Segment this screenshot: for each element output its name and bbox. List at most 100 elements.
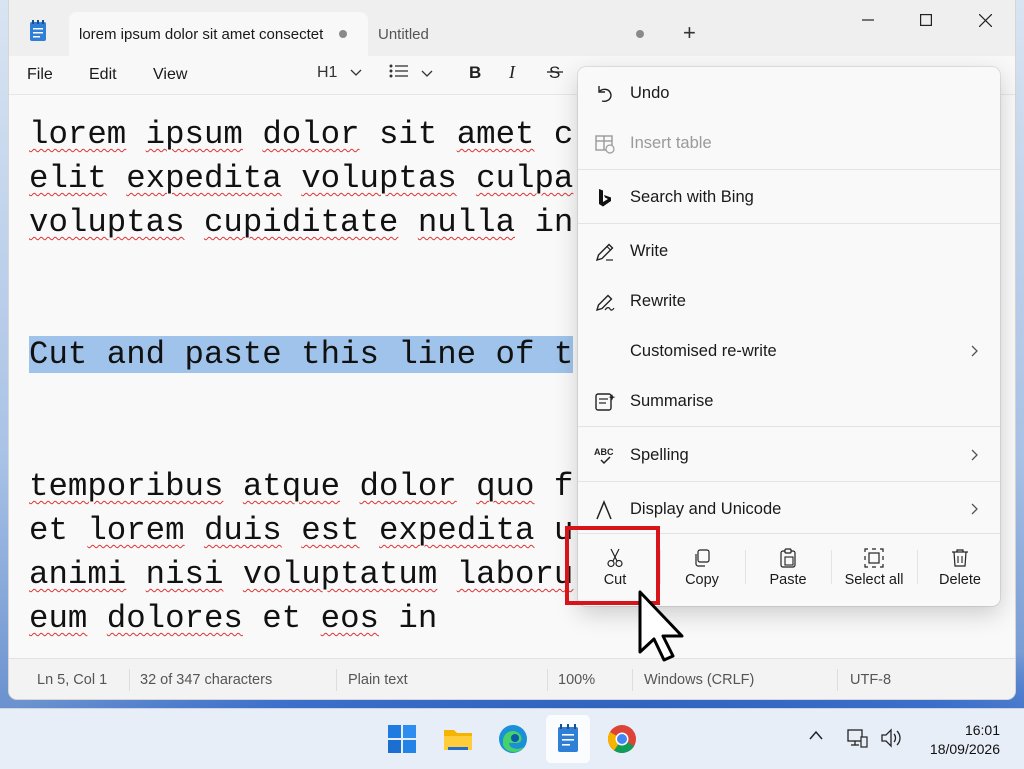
chrome-icon[interactable]	[606, 723, 638, 755]
quick-action-delete-label: Delete	[939, 572, 981, 588]
notepad-icon[interactable]	[552, 723, 584, 755]
cursor-position: Ln 5, Col 1	[37, 672, 108, 688]
editor-line: eum dolores et eos in	[29, 600, 438, 637]
menu-view[interactable]: View	[153, 66, 187, 84]
tab-document[interactable]: lorem ipsum dolor sit amet consectetur	[69, 12, 368, 56]
editor-line: lorem ipsum dolor sit amet c	[29, 116, 574, 153]
minimize-icon	[862, 19, 874, 21]
heading-dropdown[interactable]: H1	[317, 64, 362, 82]
file-explorer-icon[interactable]	[442, 723, 474, 755]
divider	[745, 550, 746, 584]
menu-item-display-unicode-label: Display and Unicode	[630, 499, 782, 518]
editor-line: et lorem duis est expedita u	[29, 512, 574, 549]
write-icon	[595, 243, 614, 262]
maximize-button[interactable]	[902, 6, 950, 34]
menu-item-spelling[interactable]: ABC Spelling	[578, 433, 1000, 477]
menu-item-search-bing[interactable]: Search with Bing	[578, 175, 1000, 219]
copy-icon	[695, 549, 710, 567]
menu-item-customised-rewrite-label: Customised re-write	[630, 341, 777, 360]
windows-start-icon[interactable]	[386, 723, 418, 755]
undo-icon	[598, 86, 612, 102]
new-tab-button[interactable]: +	[683, 21, 696, 45]
menu-divider	[578, 223, 1000, 224]
line-endings[interactable]: Windows (CRLF)	[644, 672, 754, 688]
chevron-down-icon	[350, 69, 362, 76]
zoom-level[interactable]: 100%	[558, 672, 595, 688]
menu-item-summarise-label: Summarise	[630, 391, 714, 410]
menu-item-customised-rewrite[interactable]: Customised re-write	[578, 329, 1000, 373]
divider	[831, 550, 832, 584]
heading-label: H1	[317, 64, 338, 81]
menu-edit[interactable]: Edit	[89, 66, 117, 84]
editor-line: temporibus atque dolor quo f	[29, 468, 574, 505]
menu-divider	[578, 426, 1000, 427]
trash-icon	[952, 549, 968, 567]
unsaved-dot-icon[interactable]	[339, 30, 347, 38]
quick-action-copy[interactable]: Copy	[662, 534, 742, 598]
close-icon	[978, 13, 992, 27]
volume-icon[interactable]	[880, 727, 904, 749]
list-dropdown[interactable]	[389, 64, 433, 83]
bing-icon	[599, 189, 611, 207]
tab-untitled[interactable]: Untitled	[378, 12, 658, 56]
italic-button[interactable]: I	[508, 62, 522, 85]
menu-item-write-label: Write	[630, 241, 669, 260]
svg-text:ABC: ABC	[594, 447, 614, 457]
chevron-right-icon	[971, 345, 978, 357]
italic-icon: I	[508, 62, 516, 82]
close-button[interactable]	[961, 6, 1009, 34]
mouse-pointer-icon	[638, 590, 684, 662]
bold-button[interactable]: B	[468, 63, 482, 85]
svg-text:I: I	[508, 64, 516, 80]
summarise-icon	[595, 393, 616, 411]
quick-action-select-all-label: Select all	[844, 572, 904, 588]
table-icon	[595, 135, 615, 154]
bulleted-list-icon	[389, 64, 408, 78]
spelling-icon: ABC	[594, 447, 614, 465]
editor-line-selected: Cut and paste this line of t	[29, 333, 574, 377]
tab-untitled-label: Untitled	[378, 25, 429, 43]
system-clock[interactable]: 16:01 18/09/2026	[930, 721, 1000, 759]
maximize-icon	[920, 14, 932, 26]
strikethrough-icon: S	[547, 63, 563, 82]
menu-item-spelling-label: Spelling	[630, 445, 689, 464]
strikethrough-button[interactable]: S	[547, 63, 563, 85]
minimize-button[interactable]	[844, 6, 892, 34]
menu-item-rewrite-label: Rewrite	[630, 291, 686, 310]
bold-icon: B	[469, 63, 481, 82]
text-format[interactable]: Plain text	[348, 672, 408, 688]
taskbar: 16:01 18/09/2026	[0, 708, 1024, 769]
divider	[129, 669, 130, 691]
editor-line: elit expedita voluptas culpa	[29, 160, 574, 197]
menu-file[interactable]: File	[27, 66, 53, 84]
unsaved-dot-icon[interactable]	[636, 30, 644, 38]
tab-document-label: lorem ipsum dolor sit amet consectetur	[79, 25, 324, 43]
divider	[632, 669, 633, 691]
editor-line: voluptas cupiditate nulla in	[29, 204, 574, 241]
edge-icon[interactable]	[497, 723, 529, 755]
encoding[interactable]: UTF-8	[850, 672, 891, 688]
menu-divider	[578, 481, 1000, 482]
divider	[917, 550, 918, 584]
menu-item-insert-table-label: Insert table	[630, 133, 712, 152]
quick-action-paste[interactable]: Paste	[748, 534, 828, 598]
clock-time: 16:01	[964, 722, 1000, 738]
chevron-right-icon	[971, 503, 978, 515]
select-all-icon	[864, 548, 884, 568]
menu-item-rewrite[interactable]: Rewrite	[578, 279, 1000, 323]
display-unicode-icon	[596, 500, 612, 520]
menu-item-write[interactable]: Write	[578, 229, 1000, 273]
menu-item-display-unicode[interactable]: Display and Unicode	[578, 487, 1000, 531]
network-icon[interactable]	[846, 727, 868, 749]
quick-action-select-all[interactable]: Select all	[834, 534, 914, 598]
menu-item-undo[interactable]: Undo	[578, 71, 1000, 115]
quick-action-delete[interactable]: Delete	[920, 534, 1000, 598]
chevron-right-icon	[971, 449, 978, 461]
menu-item-summarise[interactable]: Summarise	[578, 379, 1000, 423]
selected-text: Cut and paste this line of t	[29, 336, 574, 373]
chevron-up-icon[interactable]	[808, 729, 824, 741]
divider	[547, 669, 548, 691]
divider	[336, 669, 337, 691]
status-bar: Ln 5, Col 1 32 of 347 characters Plain t…	[9, 658, 1015, 699]
character-count: 32 of 347 characters	[140, 672, 273, 688]
